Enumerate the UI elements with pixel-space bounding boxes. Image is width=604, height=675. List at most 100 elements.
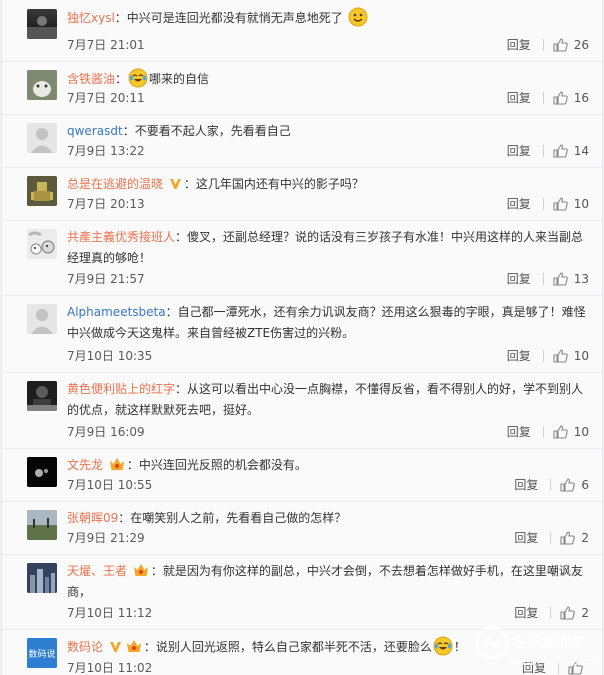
reply-button[interactable]: 回复 — [507, 196, 531, 212]
avatar[interactable] — [27, 563, 57, 593]
comment-item: 数码说 数码论 ：说别人回光返照，特么自己家都半死不活，还要脸么 ！ 7月10日 … — [2, 629, 602, 675]
username[interactable]: 文先龙 — [67, 458, 103, 472]
comment-item: 总是在逃避的温晓 ：这几年国内还有中兴的影子吗？ 7月7日 20:13 回复 10 — [2, 167, 602, 221]
reply-button[interactable]: 回复 — [507, 348, 531, 364]
comment-date: 7月10日 11:02 — [67, 661, 153, 675]
like-button[interactable]: 10 — [553, 348, 589, 364]
reply-button[interactable]: 回复 — [514, 530, 538, 546]
divider — [550, 479, 552, 491]
comment-date: 7月10日 10:35 — [67, 349, 153, 363]
reply-button[interactable]: 回复 — [514, 605, 538, 621]
avatar[interactable] — [27, 510, 57, 540]
comment-date: 7月9日 16:09 — [67, 425, 145, 439]
comment-item: Alphameetsbeta：自己都一潭死水，还有余力讥讽友商？还用这么狠毒的字… — [2, 295, 602, 373]
avatar[interactable] — [27, 176, 57, 206]
comment-text-end: ！ — [453, 640, 466, 654]
avatar[interactable] — [27, 70, 57, 100]
avatar[interactable]: 数码说 — [27, 638, 57, 668]
like-count: 26 — [573, 38, 589, 52]
thumbs-up-icon — [568, 661, 583, 675]
reply-button[interactable]: 回复 — [514, 477, 538, 493]
thumbs-up-icon — [560, 478, 576, 492]
comment-item: 独忆xysl：中兴可是连回光都没有就悄无声息地死了 7月7日 21:01 回复 2… — [2, 0, 602, 62]
username[interactable]: 总是在逃避的温晓 — [67, 177, 163, 191]
thumbs-up-icon — [553, 38, 568, 52]
username[interactable]: 含铁酱油 — [67, 72, 115, 86]
divider — [558, 662, 559, 674]
laugh-tears-emoji — [433, 636, 453, 656]
divider — [550, 607, 552, 619]
avatar[interactable] — [27, 457, 57, 487]
comment-date: 7月7日 21:01 — [67, 38, 145, 52]
comment-text: 哪来的自信 — [149, 72, 210, 86]
comment-date: 7月7日 20:13 — [67, 197, 145, 211]
comment-item: qwerasdt：不要看不起人家，先看看自己 7月9日 13:22 回复 14 — [2, 114, 602, 168]
like-button[interactable]: 2 — [560, 605, 589, 621]
username[interactable]: 独忆xysl — [67, 11, 115, 25]
comment-item: 共產主義优秀接班人：傻叉，还副总经理？说的话没有三岁孩子有水准！中兴用这样的人来… — [2, 220, 602, 296]
v-badge-icon — [109, 642, 121, 652]
comment-date: 7月9日 21:29 — [67, 531, 145, 545]
comment-text: ：说别人回光返照，特么自己家都半死不活，还要脸么 — [143, 640, 432, 654]
like-button[interactable]: 10 — [553, 196, 589, 212]
avatar[interactable] — [27, 304, 57, 334]
like-button[interactable]: 16 — [553, 90, 589, 106]
like-button[interactable] — [568, 661, 589, 675]
like-count: 10 — [573, 197, 589, 211]
like-button[interactable]: 6 — [560, 477, 589, 493]
username[interactable]: 张朝晖09 — [67, 511, 118, 525]
comment-date: 7月10日 10:55 — [67, 478, 153, 492]
divider — [542, 426, 544, 438]
comment-text: ：中兴连回光反照的机会都没有。 — [126, 458, 307, 472]
comment-date: 7月7日 20:11 — [67, 91, 145, 105]
reply-button[interactable]: 回复 — [507, 271, 531, 287]
like-button[interactable]: 14 — [553, 143, 589, 159]
thumbs-up-icon — [553, 91, 568, 105]
avatar[interactable] — [27, 381, 57, 411]
username[interactable]: qwerasdt — [67, 124, 123, 138]
thumbs-up-icon — [553, 349, 568, 363]
divider — [550, 532, 552, 544]
avatar-logo-text: 数码说 — [28, 648, 55, 660]
divider — [542, 198, 544, 210]
like-button[interactable]: 10 — [553, 424, 589, 440]
reply-button[interactable]: 回复 — [507, 424, 531, 440]
like-count: 10 — [573, 425, 589, 439]
crown-badge-icon — [109, 458, 124, 470]
avatar[interactable] — [27, 9, 57, 39]
comment-date: 7月10日 11:12 — [67, 606, 153, 620]
like-count: 10 — [573, 349, 589, 363]
like-count: 6 — [581, 478, 589, 492]
laugh-tears-emoji — [128, 68, 148, 88]
like-count: 14 — [573, 144, 589, 158]
reply-button[interactable]: 回复 — [507, 37, 531, 53]
reply-button[interactable]: 回复 — [507, 143, 531, 159]
username[interactable]: 数码论 — [67, 640, 103, 654]
username[interactable]: Alphameetsbeta — [67, 305, 166, 319]
thumbs-up-icon — [553, 144, 568, 158]
thumbs-up-icon — [553, 425, 568, 439]
username[interactable]: 共產主義优秀接班人 — [67, 230, 175, 244]
comment-text: ：中兴可是连回光都没有就悄无声息地死了 — [114, 11, 343, 25]
crown-badge-icon — [133, 564, 148, 576]
username[interactable]: 黄色便利贴上的红字 — [67, 382, 175, 396]
comment-text: ：这几年国内还有中兴的影子吗？ — [183, 177, 364, 191]
avatar[interactable] — [27, 123, 57, 153]
comment-date: 7月9日 21:57 — [67, 272, 145, 286]
divider — [542, 145, 544, 157]
like-count: 13 — [573, 272, 589, 286]
comment-item: 含铁酱油： 哪来的自信 7月7日 20:11 回复 16 — [2, 61, 602, 115]
comment-item: 黄色便利贴上的红字：从这可以看出中心没一点胸襟，不懂得反省，看不得别人的好，学不… — [2, 372, 602, 449]
username[interactable]: 天燿、王者 — [67, 564, 127, 578]
reply-button[interactable]: 回复 — [507, 90, 531, 106]
comment-text: ：不要看不起人家，先看看自己 — [122, 124, 291, 138]
reply-button[interactable]: 回复 — [522, 660, 546, 675]
divider — [542, 92, 544, 104]
like-button[interactable]: 13 — [553, 271, 589, 287]
like-button[interactable]: 2 — [560, 530, 589, 546]
like-button[interactable]: 26 — [553, 37, 589, 53]
comment-item: 天燿、王者 ：就是因为有你这样的副总，中兴才会倒，不去想着怎样做好手机，在这里嘲… — [2, 554, 602, 630]
comment-item: 文先龙 ：中兴连回光反照的机会都没有。 7月10日 10:55 回复 6 — [2, 448, 602, 502]
avatar[interactable] — [27, 229, 57, 259]
comment-date: 7月9日 13:22 — [67, 144, 145, 158]
